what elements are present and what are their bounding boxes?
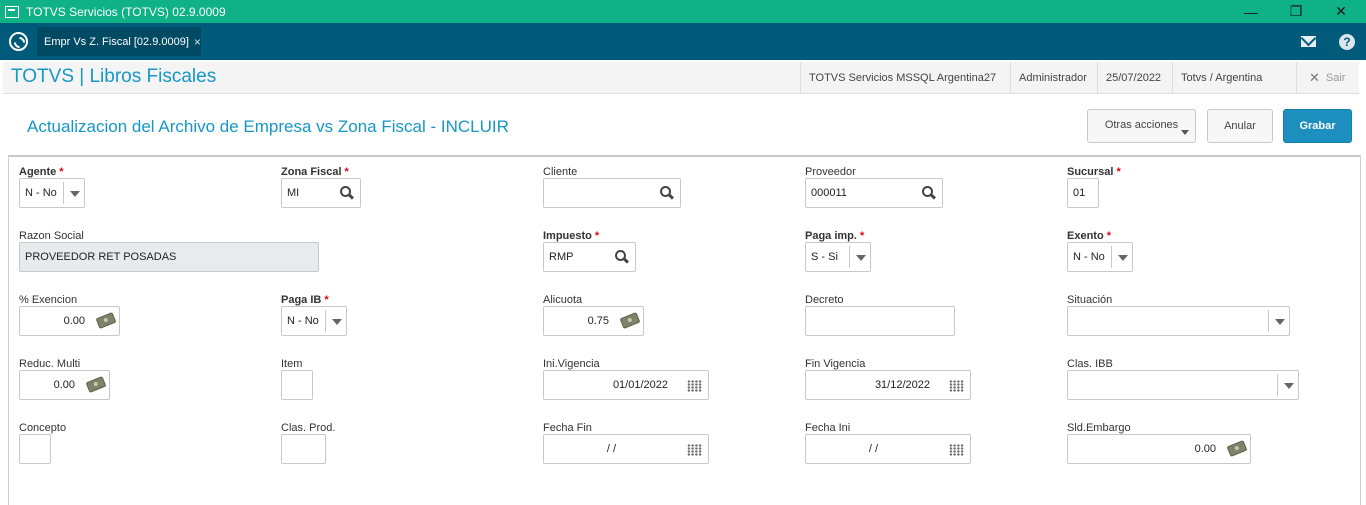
proveedor-input[interactable]: 000011 xyxy=(805,178,943,208)
item-input[interactable] xyxy=(281,370,313,400)
alicuota-input[interactable]: 0.75 xyxy=(543,306,644,336)
calendar-icon[interactable] xyxy=(687,380,702,392)
chevron-down-icon xyxy=(1284,383,1294,389)
sucursal-input[interactable]: 01 xyxy=(1067,178,1099,208)
impuesto-input[interactable]: RMP xyxy=(543,242,636,272)
form-panel: Agente * N - No Zona Fiscal * MI Cliente P… xyxy=(8,155,1361,505)
date-label: 25/07/2022 xyxy=(1097,62,1172,94)
sld-embargo-label: Sld.Embargo xyxy=(1067,422,1131,434)
cliente-label: Cliente xyxy=(543,166,578,178)
fecha-fin-date[interactable]: / / xyxy=(543,434,709,464)
clas-ibb-label: Clas. IBB xyxy=(1067,358,1113,370)
fin-vigencia-label: Fin Vigencia xyxy=(805,358,866,370)
chevron-down-icon xyxy=(1181,130,1189,135)
money-icon[interactable] xyxy=(1226,440,1248,457)
cliente-input[interactable] xyxy=(543,178,681,208)
ini-vigencia-label: Ini.Vigencia xyxy=(543,358,600,370)
window-title: TOTVS Servicios (TOTVS) 02.9.0009 xyxy=(26,4,226,19)
zona-fiscal-label: Zona Fiscal * xyxy=(281,166,349,178)
help-icon[interactable]: ? xyxy=(1339,34,1355,50)
tab-label: Empr Vs Z. Fiscal [02.9.0009] xyxy=(44,35,189,48)
money-icon[interactable] xyxy=(85,376,107,393)
tab-close-icon[interactable]: × xyxy=(194,35,201,49)
page-title-area: Actualizacion del Archivo de Empresa vs … xyxy=(8,96,1361,154)
branch-label: Totvs / Argentina xyxy=(1172,62,1274,94)
paga-imp-select[interactable]: S - Si xyxy=(805,242,871,272)
page-title: Actualizacion del Archivo de Empresa vs … xyxy=(27,117,509,136)
situacion-select[interactable] xyxy=(1067,306,1290,336)
decreto-input[interactable] xyxy=(805,306,955,336)
paga-ib-label: Paga IB * xyxy=(281,294,329,306)
tab-bar: Empr Vs Z. Fiscal [02.9.0009] × ? xyxy=(0,23,1366,60)
paga-ib-select[interactable]: N - No xyxy=(281,306,347,336)
exit-button[interactable]: ✕ Sair xyxy=(1296,62,1359,94)
chevron-down-icon xyxy=(1275,319,1285,325)
reduc-multi-label: Reduc. Multi xyxy=(19,358,81,370)
search-icon[interactable] xyxy=(660,186,674,200)
chevron-down-icon xyxy=(856,255,866,261)
fin-vigencia-date[interactable]: 31/12/2022 xyxy=(805,370,971,400)
app-window-icon xyxy=(5,5,19,18)
search-icon[interactable] xyxy=(615,250,629,264)
save-button[interactable]: Grabar xyxy=(1283,109,1352,143)
totvs-logo-icon[interactable] xyxy=(9,32,28,51)
situacion-label: Situación xyxy=(1067,294,1113,306)
app-title: TOTVS | Libros Fiscales xyxy=(11,66,217,87)
close-window-button[interactable]: ✕ xyxy=(1318,0,1364,23)
search-icon[interactable] xyxy=(922,186,936,200)
alicuota-label: Alicuota xyxy=(543,294,583,306)
sucursal-label: Sucursal * xyxy=(1067,166,1121,178)
search-icon[interactable] xyxy=(340,186,354,200)
agente-label: Agente * xyxy=(19,166,64,178)
clas-ibb-select[interactable] xyxy=(1067,370,1299,400)
decreto-label: Decreto xyxy=(805,294,844,306)
exit-label: Sair xyxy=(1325,72,1346,84)
pct-exencion-input[interactable]: 0.00 xyxy=(19,306,120,336)
proveedor-label: Proveedor xyxy=(805,166,856,178)
concepto-label: Concepto xyxy=(19,422,67,434)
sld-embargo-input[interactable]: 0.00 xyxy=(1067,434,1251,464)
clas-prod-label: Clas. Prod. xyxy=(281,422,336,434)
agente-select[interactable]: N - No xyxy=(19,178,85,208)
paga-imp-label: Paga imp. * xyxy=(805,230,865,242)
money-icon[interactable] xyxy=(95,312,117,329)
other-actions-label: Otras acciones xyxy=(1104,119,1179,131)
minimize-button[interactable]: — xyxy=(1228,0,1274,23)
mail-icon[interactable] xyxy=(1301,36,1316,47)
environment-label: TOTVS Servicios MSSQL Argentina27 xyxy=(800,62,1010,94)
item-label: Item xyxy=(281,358,303,370)
reduc-multi-input[interactable]: 0.00 xyxy=(19,370,110,400)
zona-fiscal-input[interactable]: MI xyxy=(281,178,361,208)
concepto-input[interactable] xyxy=(19,434,51,464)
maximize-button[interactable]: ❐ xyxy=(1273,0,1319,23)
calendar-icon[interactable] xyxy=(949,380,964,392)
cancel-button[interactable]: Anular xyxy=(1207,109,1273,143)
chevron-down-icon xyxy=(332,319,342,325)
fecha-fin-label: Fecha Fin xyxy=(543,422,592,434)
window-titlebar: TOTVS Servicios (TOTVS) 02.9.0009 — ❐ ✕ xyxy=(0,0,1366,23)
chevron-down-icon xyxy=(1118,255,1128,261)
exento-label: Exento * xyxy=(1067,230,1111,242)
user-label: Administrador xyxy=(1010,62,1097,94)
fecha-ini-label: Fecha Ini xyxy=(805,422,851,434)
calendar-icon[interactable] xyxy=(949,444,964,456)
calendar-icon[interactable] xyxy=(687,444,702,456)
impuesto-label: Impuesto * xyxy=(543,230,600,242)
money-icon[interactable] xyxy=(619,312,641,329)
exento-select[interactable]: N - No xyxy=(1067,242,1133,272)
chevron-down-icon xyxy=(70,191,80,197)
clas-prod-input[interactable] xyxy=(281,434,326,464)
ini-vigencia-date[interactable]: 01/01/2022 xyxy=(543,370,709,400)
other-actions-button[interactable]: Otras acciones xyxy=(1087,109,1196,143)
app-header: TOTVS | Libros Fiscales TOTVS Servicios … xyxy=(3,62,1359,94)
tab-empr-vs-zona-fiscal[interactable]: Empr Vs Z. Fiscal [02.9.0009] × xyxy=(37,27,201,56)
razon-social-label: Razon Social xyxy=(19,230,84,242)
razon-social-field: PROVEEDOR RET POSADAS xyxy=(19,242,319,272)
fecha-ini-date[interactable]: / / xyxy=(805,434,971,464)
pct-exencion-label: % Exencion xyxy=(19,294,78,306)
close-icon: ✕ xyxy=(1309,70,1320,85)
